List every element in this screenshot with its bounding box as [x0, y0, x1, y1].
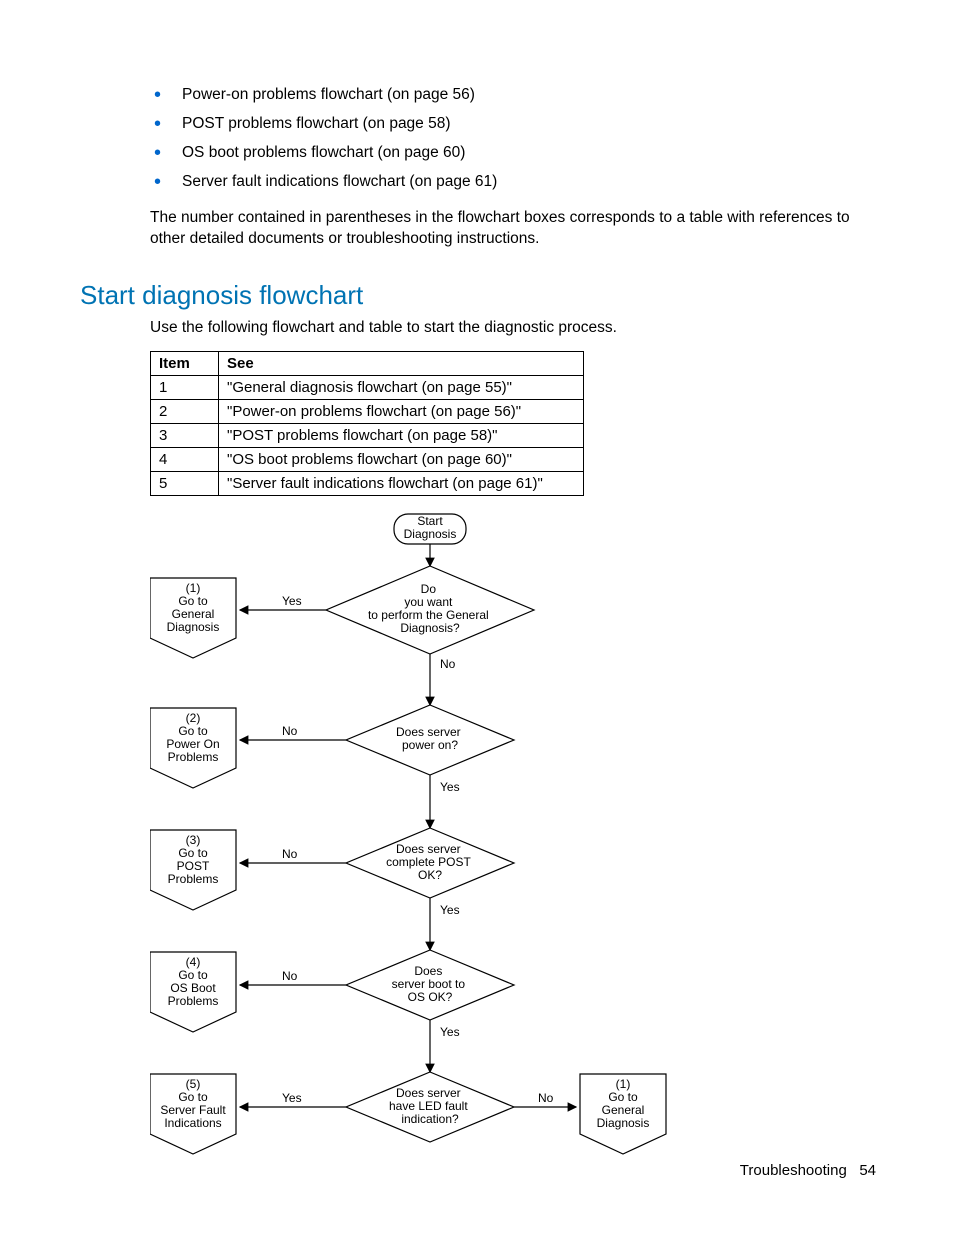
cell-see: "Server fault indications flowchart (on …: [219, 471, 584, 495]
svg-text:No: No: [282, 847, 298, 861]
table-row: 1 "General diagnosis flowchart (on page …: [151, 375, 584, 399]
cell-item: 4: [151, 447, 219, 471]
svg-text:No: No: [538, 1091, 554, 1105]
svg-text:Yes: Yes: [282, 594, 302, 608]
svg-text:No: No: [440, 657, 456, 671]
list-item: OS boot problems flowchart (on page 60): [182, 143, 876, 164]
cell-item: 1: [151, 375, 219, 399]
col-see: See: [219, 351, 584, 375]
intro-paragraph: Use the following flowchart and table to…: [150, 317, 876, 339]
cell-see: "Power-on problems flowchart (on page 56…: [219, 399, 584, 423]
table-header-row: Item See: [151, 351, 584, 375]
cell-item: 5: [151, 471, 219, 495]
cell-see: "OS boot problems flowchart (on page 60)…: [219, 447, 584, 471]
cell-item: 3: [151, 423, 219, 447]
reference-table: Item See 1 "General diagnosis flowchart …: [150, 351, 584, 496]
cell-see: "General diagnosis flowchart (on page 55…: [219, 375, 584, 399]
table-row: 4 "OS boot problems flowchart (on page 6…: [151, 447, 584, 471]
page-content: Power-on problems flowchart (on page 56)…: [0, 0, 954, 1230]
table-row: 5 "Server fault indications flowchart (o…: [151, 471, 584, 495]
flowchart: StartDiagnosis Do you want to perform th…: [150, 510, 670, 1230]
svg-text:No: No: [282, 969, 298, 983]
section-heading: Start diagnosis flowchart: [80, 280, 876, 311]
svg-text:No: No: [282, 724, 298, 738]
svg-text:Does server power on?: Does server power on?: [396, 725, 464, 752]
cell-item: 2: [151, 399, 219, 423]
table-row: 3 "POST problems flowchart (on page 58)": [151, 423, 584, 447]
page-footer: Troubleshooting 54: [740, 1162, 876, 1179]
cell-see: "POST problems flowchart (on page 58)": [219, 423, 584, 447]
svg-text:Yes: Yes: [440, 780, 460, 794]
bullet-list: Power-on problems flowchart (on page 56)…: [80, 85, 876, 193]
svg-text:Yes: Yes: [440, 1025, 460, 1039]
paragraph: The number contained in parentheses in t…: [150, 207, 876, 250]
svg-text:Yes: Yes: [440, 903, 460, 917]
table-row: 2 "Power-on problems flowchart (on page …: [151, 399, 584, 423]
footer-page: 54: [859, 1162, 876, 1179]
footer-section: Troubleshooting: [740, 1162, 847, 1179]
col-item: Item: [151, 351, 219, 375]
svg-text:Yes: Yes: [282, 1091, 302, 1105]
list-item: Server fault indications flowchart (on p…: [182, 172, 876, 193]
list-item: Power-on problems flowchart (on page 56): [182, 85, 876, 106]
list-item: POST problems flowchart (on page 58): [182, 114, 876, 135]
